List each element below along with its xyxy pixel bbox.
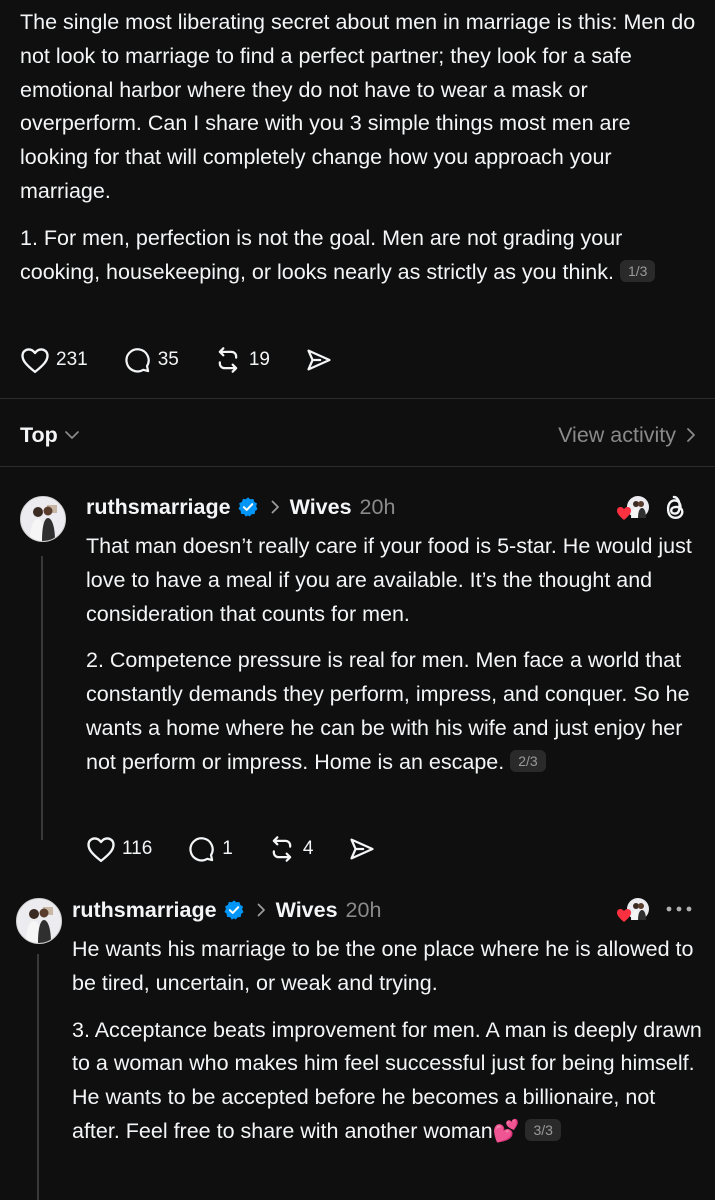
reply-count: 35 [157, 349, 179, 370]
verified-badge-icon [223, 899, 245, 921]
reply-text: 3. Acceptance beats improvement for men.… [72, 1017, 702, 1143]
like-count: 231 [56, 349, 88, 370]
share-button[interactable] [347, 835, 377, 863]
chevron-down-icon [64, 431, 79, 439]
repost-count: 19 [248, 349, 270, 370]
post-action-bar: 231 35 19 [20, 345, 368, 375]
timestamp: 20h [359, 494, 396, 519]
post-text: 1. For men, perfection is not the goal. … [20, 225, 623, 284]
heart-icon [21, 348, 49, 374]
more-icon[interactable] [664, 902, 694, 921]
community-link[interactable]: Wives [290, 495, 352, 520]
reply-paragraph: He wants his marriage to be the one plac… [72, 937, 694, 995]
send-icon [307, 349, 331, 371]
reply-paragraph: That man doesn’t really care if your foo… [86, 534, 692, 626]
chevron-right-icon [257, 903, 266, 917]
avatar[interactable] [20, 496, 66, 542]
avatar-photo [17, 899, 61, 943]
main-post: The single most liberating secret about … [20, 6, 700, 289]
share-button[interactable] [304, 346, 334, 374]
heart-icon [87, 837, 115, 863]
repost-count: 4 [302, 838, 314, 859]
reply-count: 1 [222, 838, 233, 859]
sort-bar: Top View activity [20, 418, 696, 452]
comment-icon [189, 837, 215, 862]
repost-button[interactable]: 19 [213, 346, 270, 374]
reply-body: He wants his marriage to be the one plac… [72, 933, 706, 1149]
reply-body: That man doesn’t really care if your foo… [86, 530, 706, 780]
reply-paragraph: 3. Acceptance beats improvement for men.… [72, 1014, 706, 1149]
repost-icon [272, 836, 292, 862]
community-link[interactable]: Wives [276, 898, 338, 923]
threads-logo-icon[interactable] [661, 494, 689, 529]
thread-counter: 3/3 [525, 1118, 561, 1141]
verified-badge-icon [237, 496, 259, 518]
send-icon [350, 838, 375, 860]
chevron-right-icon [271, 500, 280, 514]
avatar[interactable] [16, 898, 62, 944]
post-paragraph: The single most liberating secret about … [20, 10, 696, 203]
repost-button[interactable]: 4 [267, 835, 314, 863]
chevron-right-icon [687, 428, 695, 442]
reply-header: ruthsmarriage Wives 20h [86, 491, 395, 523]
timestamp: 20h [345, 897, 382, 922]
reply-action-bar: 116 1 4 [86, 834, 411, 864]
avatar-photo [21, 497, 65, 541]
thread-counter: 1/3 [619, 259, 656, 282]
thread-line [41, 556, 43, 840]
like-count: 116 [122, 838, 153, 859]
reply-text: 2. Competence pressure is real for men. … [86, 648, 690, 774]
reply-header: ruthsmarriage Wives 20h [72, 894, 381, 926]
sort-label: Top [20, 422, 58, 447]
like-button[interactable]: 116 [86, 835, 152, 863]
liked-by-author-icon [616, 896, 650, 924]
divider [0, 466, 715, 467]
divider [0, 398, 715, 399]
like-button[interactable]: 231 [20, 346, 88, 374]
username[interactable]: ruthsmarriage [72, 898, 217, 923]
username[interactable]: ruthsmarriage [86, 495, 231, 520]
reply-button[interactable]: 1 [186, 835, 233, 863]
comment-icon [125, 348, 150, 373]
reply-paragraph: 2. Competence pressure is real for men. … [86, 644, 706, 779]
liked-by-author-icon [616, 494, 650, 522]
view-activity-label: View activity [558, 422, 676, 447]
repost-icon [218, 347, 238, 373]
reply-button[interactable]: 35 [122, 346, 179, 374]
view-activity-link[interactable]: View activity [558, 423, 696, 448]
sort-dropdown[interactable]: Top [20, 423, 80, 448]
thread-counter: 2/3 [510, 749, 546, 772]
post-paragraph: 1. For men, perfection is not the goal. … [20, 222, 700, 290]
thread-line [37, 954, 39, 1200]
